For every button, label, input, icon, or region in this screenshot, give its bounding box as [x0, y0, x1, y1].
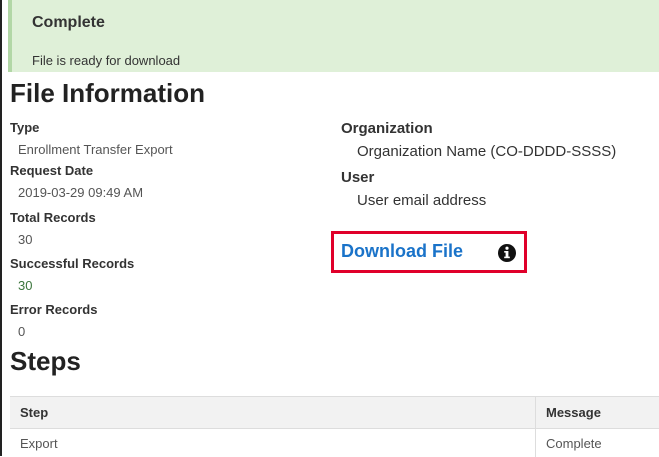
column-header-message: Message — [536, 397, 659, 429]
info-circle-icon[interactable] — [497, 243, 517, 263]
left-border — [0, 0, 2, 456]
total-records-value: 30 — [18, 232, 32, 247]
step-cell: Export — [10, 429, 536, 457]
user-value: User email address — [357, 192, 486, 209]
success-alert: Complete File is ready for download — [8, 0, 659, 72]
column-header-step: Step — [10, 397, 536, 429]
total-records-label: Total Records — [10, 210, 96, 225]
file-information-heading: File Information — [10, 78, 205, 109]
message-cell: Complete — [536, 429, 659, 457]
alert-title: Complete — [32, 14, 105, 32]
steps-header-row: Step Message — [10, 397, 659, 429]
steps-heading: Steps — [10, 346, 81, 377]
type-value: Enrollment Transfer Export — [18, 142, 173, 157]
error-records-value: 0 — [18, 324, 25, 339]
user-label: User — [341, 169, 374, 186]
request-date-label: Request Date — [10, 163, 93, 178]
download-file-link[interactable]: Download File — [341, 241, 463, 262]
table-row: Export Complete — [10, 429, 659, 457]
organization-value: Organization Name (CO-DDDD-SSSS) — [357, 143, 616, 160]
successful-records-label: Successful Records — [10, 256, 134, 271]
alert-message: File is ready for download — [32, 53, 180, 68]
steps-table: Step Message Export Complete — [10, 396, 659, 457]
organization-label: Organization — [341, 120, 433, 137]
successful-records-value: 30 — [18, 278, 32, 293]
request-date-value: 2019-03-29 09:49 AM — [18, 185, 143, 200]
error-records-label: Error Records — [10, 302, 97, 317]
type-label: Type — [10, 120, 39, 135]
